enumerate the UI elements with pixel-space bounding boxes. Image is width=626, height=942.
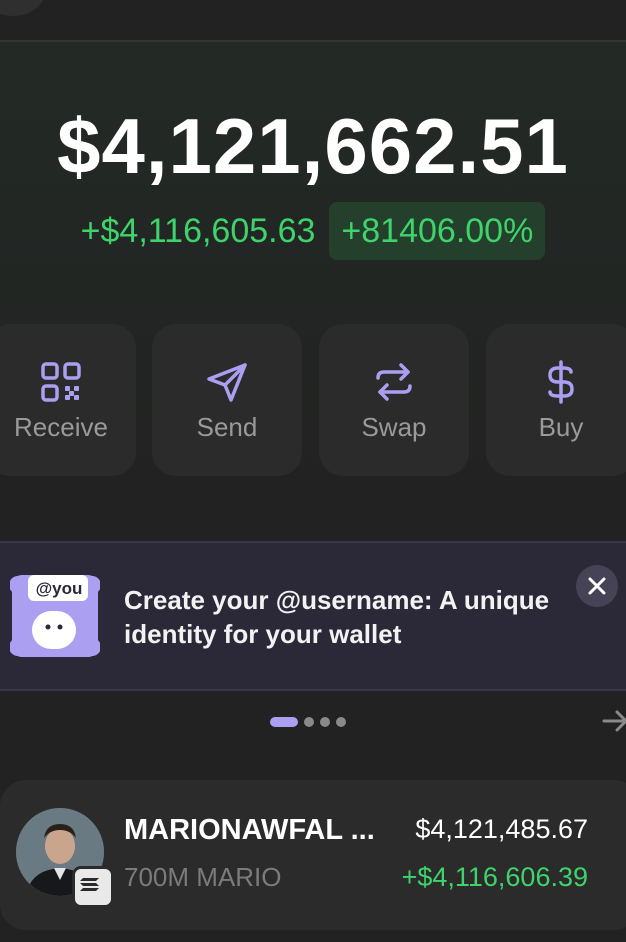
buy-button[interactable]: Buy — [486, 324, 626, 476]
balance-change-percent: +81406.00% — [329, 202, 546, 260]
receive-button[interactable]: Receive — [0, 324, 136, 476]
token-row[interactable]: MARIONAWFAL ... 700M MARIO $4,121,485.67… — [0, 780, 626, 930]
close-icon — [588, 577, 606, 595]
username-promo-banner[interactable]: @you Create your @username: A unique ide… — [0, 541, 626, 691]
swap-label: Swap — [361, 412, 427, 442]
carousel-next-arrow-icon[interactable] — [600, 706, 626, 736]
carousel-dot-active[interactable] — [270, 717, 298, 727]
carousel-indicator — [270, 716, 346, 728]
token-value: $4,121,485.67 — [415, 814, 588, 844]
solana-chain-badge-icon — [72, 866, 114, 908]
total-balance: $4,121,662.51 — [57, 102, 569, 190]
username-tag-label: @you — [35, 579, 83, 598]
send-button[interactable]: Send — [152, 324, 302, 476]
dollar-icon — [548, 360, 574, 404]
account-avatar-button[interactable] — [0, 0, 46, 16]
send-label: Send — [196, 412, 258, 442]
token-name: MARIONAWFAL ... — [124, 814, 375, 846]
qr-code-icon — [41, 362, 81, 402]
swap-button[interactable]: Swap — [319, 324, 469, 476]
carousel-dot[interactable] — [320, 717, 330, 727]
token-change: +$4,116,606.39 — [401, 862, 588, 892]
swap-icon — [376, 363, 412, 401]
buy-label: Buy — [538, 412, 584, 442]
token-amount: 700M MARIO — [124, 862, 282, 892]
wallet-home: $4,121,662.51 +$4,116,605.63 +81406.00% … — [0, 0, 626, 942]
banner-message: Create your @username: A unique identity… — [124, 585, 550, 649]
send-icon — [207, 363, 247, 402]
balance-change-amount: +$4,116,605.63 — [80, 212, 316, 250]
carousel-dot[interactable] — [304, 717, 314, 727]
action-buttons: Receive Send Swap Buy — [0, 324, 626, 476]
close-banner-button[interactable] — [576, 565, 618, 607]
balance-change-row: +$4,116,605.63 +81406.00% — [0, 202, 626, 260]
receive-label: Receive — [14, 412, 108, 442]
carousel-dot[interactable] — [336, 717, 346, 727]
